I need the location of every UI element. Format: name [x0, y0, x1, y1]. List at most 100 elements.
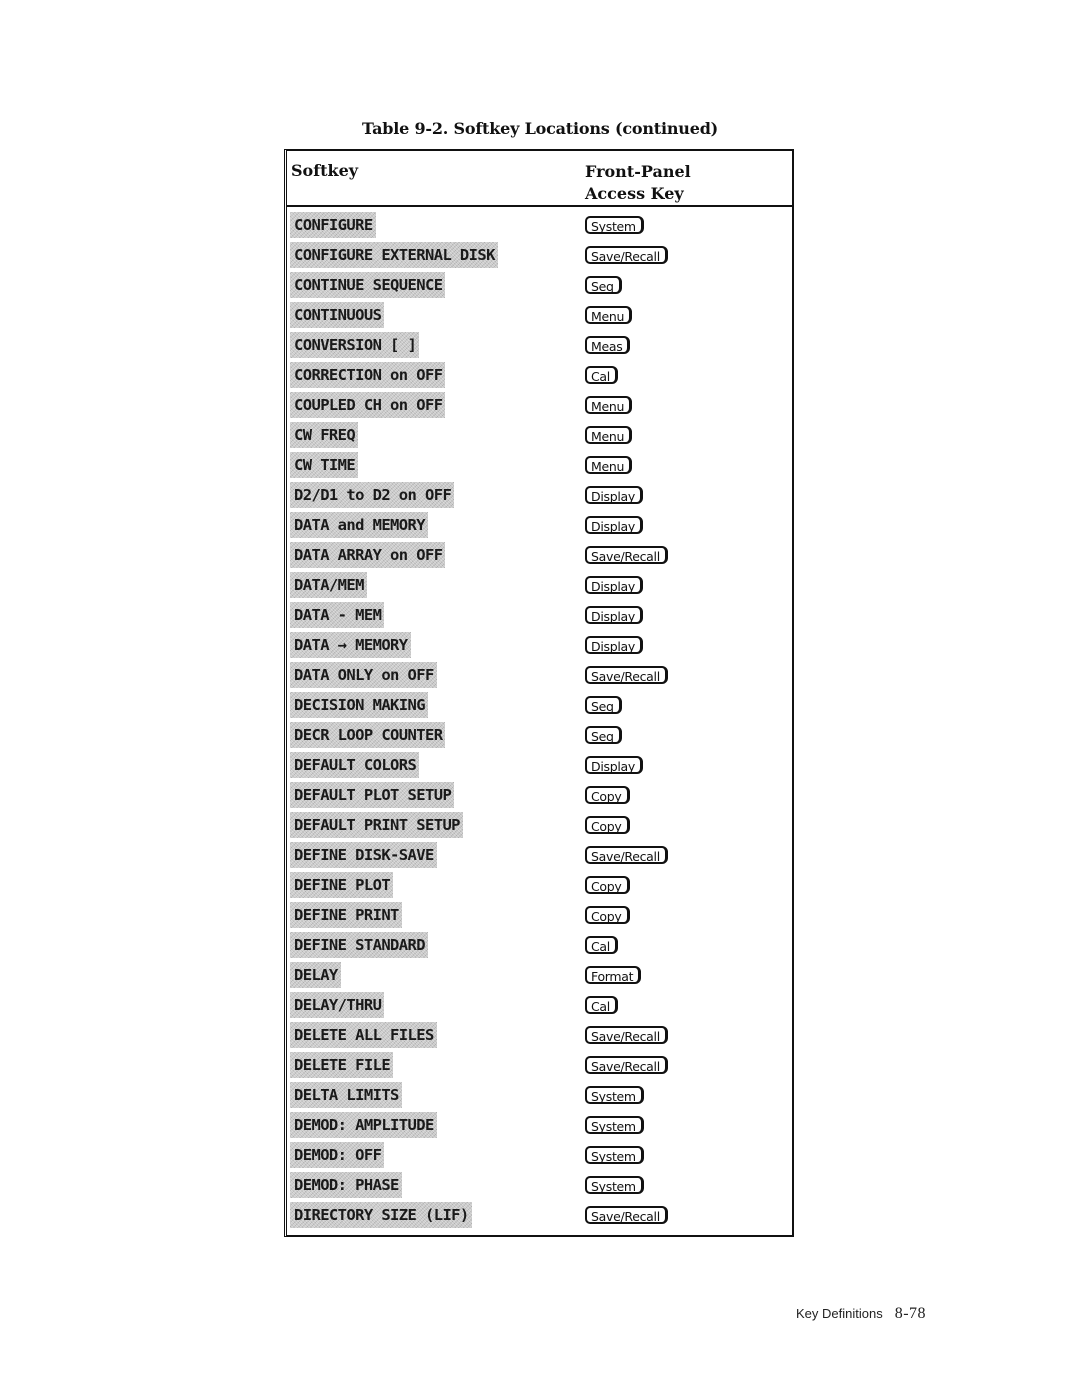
- front-panel-key-icon: Copy: [585, 816, 630, 834]
- table-row: DEFAULT PRINT SETUP Copy: [287, 810, 792, 840]
- front-panel-key-icon: Seq: [585, 276, 622, 294]
- column-header-access-key: Front-Panel Access Key: [585, 161, 691, 205]
- front-panel-key-icon: Seq: [585, 696, 622, 714]
- front-panel-key-icon: Meas: [585, 336, 631, 354]
- front-panel-key-icon: Menu: [585, 396, 633, 414]
- table-row: DATA/MEM Display: [287, 570, 792, 600]
- front-panel-key-icon: Save/Recall: [585, 1056, 668, 1074]
- table-row: DATA - MEM Display: [287, 600, 792, 630]
- softkey-label: DECR LOOP COUNTER: [290, 722, 445, 748]
- page-number: 8-78: [894, 1305, 927, 1322]
- table-row: DEMOD: OFF System: [287, 1140, 792, 1170]
- front-panel-key-icon: Cal: [585, 366, 618, 384]
- front-panel-key-icon: Menu: [585, 456, 633, 474]
- softkey-label: DEFINE PLOT: [290, 872, 393, 898]
- table-row: CONTINUOUS Menu: [287, 300, 792, 330]
- table-row: CW TIME Menu: [287, 450, 792, 480]
- front-panel-key-icon: Save/Recall: [585, 1026, 668, 1044]
- table-row: DEFAULT PLOT SETUP Copy: [287, 780, 792, 810]
- front-panel-key-icon: Save/Recall: [585, 846, 668, 864]
- table-row: DECISION MAKING Seq: [287, 690, 792, 720]
- front-panel-key-icon: Display: [585, 576, 643, 594]
- table-row: DEMOD: PHASE System: [287, 1170, 792, 1200]
- table-row: DEFINE PRINT Copy: [287, 900, 792, 930]
- softkey-label: DEMOD: PHASE: [290, 1172, 402, 1198]
- table-header: Softkey Front-Panel Access Key: [287, 151, 792, 207]
- front-panel-key-icon: Display: [585, 516, 643, 534]
- table-row: CW FREQ Menu: [287, 420, 792, 450]
- front-panel-key-icon: Cal: [585, 996, 618, 1014]
- table-row: DELAY Format: [287, 960, 792, 990]
- table-row: DEFINE STANDARD Cal: [287, 930, 792, 960]
- softkey-label: DEFAULT COLORS: [290, 752, 419, 778]
- table-caption: Table 9-2. Softkey Locations (continued): [361, 119, 719, 138]
- softkey-label: COUPLED CH on OFF: [290, 392, 445, 418]
- front-panel-key-icon: System: [585, 1116, 644, 1134]
- front-panel-key-icon: System: [585, 1086, 644, 1104]
- front-panel-key-icon: Copy: [585, 906, 630, 924]
- front-panel-key-icon: Cal: [585, 936, 618, 954]
- front-panel-key-icon: Save/Recall: [585, 1206, 668, 1224]
- table-row: CORRECTION on OFF Cal: [287, 360, 792, 390]
- softkey-label: DEMOD: OFF: [290, 1142, 384, 1168]
- table-row: DIRECTORY SIZE (LIF) Save/Recall: [287, 1200, 792, 1230]
- table-row: CONTINUE SEQUENCE Seq: [287, 270, 792, 300]
- softkey-label: D2/D1 to D2 on OFF: [290, 482, 454, 508]
- front-panel-key-icon: Seq: [585, 726, 622, 744]
- softkey-locations-table: Softkey Front-Panel Access Key CONFIGURE…: [284, 149, 794, 1237]
- front-panel-key-icon: Copy: [585, 876, 630, 894]
- front-panel-key-icon: Menu: [585, 306, 633, 324]
- softkey-label: DATA ONLY on OFF: [290, 662, 437, 688]
- table-row: DELAY/THRU Cal: [287, 990, 792, 1020]
- softkey-label: CONFIGURE EXTERNAL DISK: [290, 242, 498, 268]
- front-panel-key-icon: Menu: [585, 426, 633, 444]
- softkey-label: DELETE FILE: [290, 1052, 393, 1078]
- softkey-label: DATA/MEM: [290, 572, 367, 598]
- table-row: DEFINE DISK-SAVE Save/Recall: [287, 840, 792, 870]
- softkey-label: CORRECTION on OFF: [290, 362, 445, 388]
- table-row: DELETE ALL FILES Save/Recall: [287, 1020, 792, 1050]
- softkey-label: DEMOD: AMPLITUDE: [290, 1112, 437, 1138]
- table-row: D2/D1 to D2 on OFF Display: [287, 480, 792, 510]
- softkey-label: DELAY/THRU: [290, 992, 384, 1018]
- table-row: DELTA LIMITS System: [287, 1080, 792, 1110]
- table-row: COUPLED CH on OFF Menu: [287, 390, 792, 420]
- table-body: CONFIGURE System CONFIGURE EXTERNAL DISK Sa…: [287, 210, 792, 1230]
- table-row: DEFAULT COLORS Display: [287, 750, 792, 780]
- softkey-label: DECISION MAKING: [290, 692, 428, 718]
- footer-section-title: Key Definitions: [796, 1306, 883, 1321]
- softkey-label: DEFINE STANDARD: [290, 932, 428, 958]
- table-row: CONFIGURE System: [287, 210, 792, 240]
- table-row: DEMOD: AMPLITUDE System: [287, 1110, 792, 1140]
- table-row: DATA → MEMORY Display: [287, 630, 792, 660]
- softkey-label: DIRECTORY SIZE (LIF): [290, 1202, 472, 1228]
- table-row: DATA and MEMORY Display: [287, 510, 792, 540]
- softkey-label: DEFAULT PLOT SETUP: [290, 782, 454, 808]
- table-row: DELETE FILE Save/Recall: [287, 1050, 792, 1080]
- front-panel-key-icon: Display: [585, 636, 643, 654]
- table-row: DATA ONLY on OFF Save/Recall: [287, 660, 792, 690]
- table-row: DECR LOOP COUNTER Seq: [287, 720, 792, 750]
- column-header-access-line1: Front-Panel: [585, 162, 691, 181]
- softkey-label: DATA → MEMORY: [290, 632, 411, 658]
- softkey-label: DATA ARRAY on OFF: [290, 542, 445, 568]
- softkey-label: CONTINUOUS: [290, 302, 384, 328]
- column-header-softkey: Softkey: [291, 161, 359, 180]
- front-panel-key-icon: Display: [585, 486, 643, 504]
- softkey-label: DATA - MEM: [290, 602, 384, 628]
- softkey-label: DELETE ALL FILES: [290, 1022, 437, 1048]
- softkey-label: CW FREQ: [290, 422, 358, 448]
- softkey-label: DELTA LIMITS: [290, 1082, 402, 1108]
- page-footer: Key Definitions 8-78: [796, 1305, 926, 1323]
- table-row: CONFIGURE EXTERNAL DISK Save/Recall: [287, 240, 792, 270]
- front-panel-key-icon: Display: [585, 756, 643, 774]
- softkey-label: CONTINUE SEQUENCE: [290, 272, 445, 298]
- softkey-label: CONVERSION [ ]: [290, 332, 419, 358]
- table-row: DEFINE PLOT Copy: [287, 870, 792, 900]
- front-panel-key-icon: System: [585, 1176, 644, 1194]
- column-header-access-line2: Access Key: [585, 184, 684, 203]
- softkey-label: DEFAULT PRINT SETUP: [290, 812, 463, 838]
- front-panel-key-icon: Display: [585, 606, 643, 624]
- softkey-label: DATA and MEMORY: [290, 512, 428, 538]
- front-panel-key-icon: Save/Recall: [585, 246, 668, 264]
